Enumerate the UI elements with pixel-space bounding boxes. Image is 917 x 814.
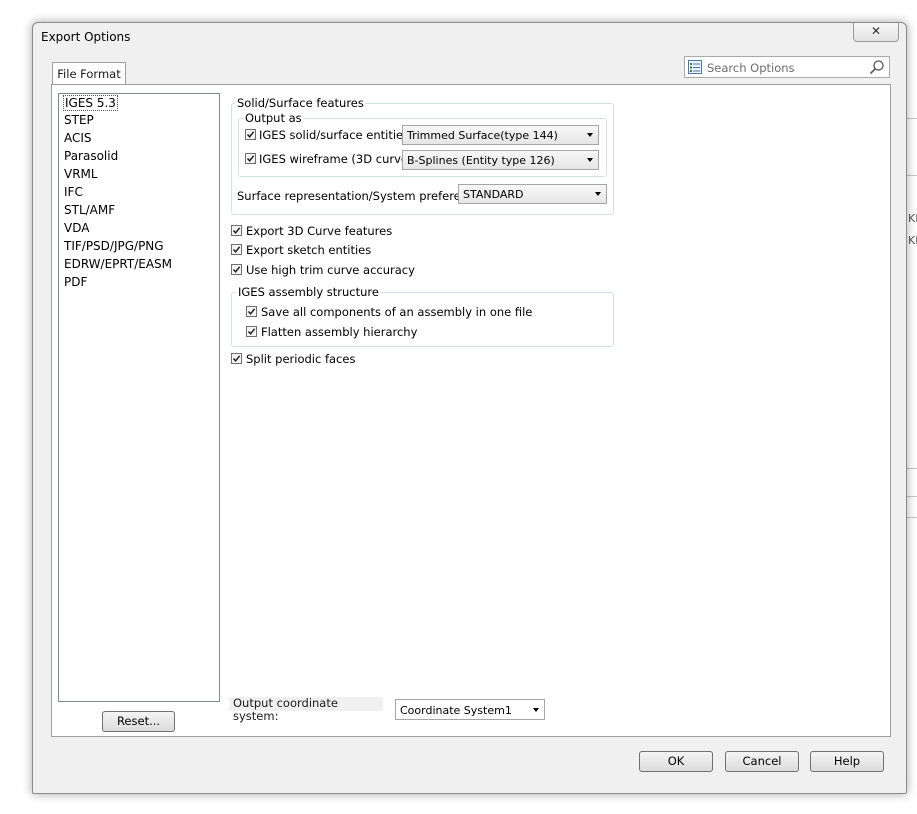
check-icon [247, 328, 256, 335]
export-sketch-checkbox[interactable] [231, 244, 242, 255]
close-icon: ✕ [870, 24, 882, 38]
check-icon [246, 131, 255, 138]
iges-wireframe-checkbox[interactable] [245, 153, 256, 164]
iges-solid-label: IGES solid/surface entities: [259, 128, 413, 142]
save-all-components-label: Save all components of an assembly in on… [261, 305, 533, 319]
output-as-label: Output as [243, 111, 304, 125]
chevron-down-icon [595, 192, 601, 196]
options-list-icon [688, 60, 702, 74]
export-3d-curve-checkbox[interactable] [231, 225, 242, 236]
list-item[interactable]: IFC [63, 185, 84, 199]
check-icon [232, 266, 241, 273]
coordinate-system-select[interactable]: Coordinate System1 [395, 699, 545, 720]
chevron-down-icon [533, 708, 539, 712]
background-divider [906, 175, 917, 176]
assembly-structure-label: IGES assembly structure [236, 285, 381, 299]
background-text: KI [908, 234, 917, 247]
split-periodic-label: Split periodic faces [246, 352, 356, 366]
export-3d-curve-label: Export 3D Curve features [246, 224, 393, 238]
help-button[interactable]: Help [810, 751, 884, 772]
list-item[interactable]: ACIS [63, 131, 93, 145]
list-item[interactable]: TIF/PSD/JPG/PNG [63, 239, 165, 253]
background-divider [906, 496, 917, 497]
surface-rep-value: STANDARD [463, 188, 524, 201]
coordinate-system-value: Coordinate System1 [400, 704, 512, 717]
tab-file-format[interactable]: File Format [52, 62, 126, 85]
list-item[interactable]: VDA [63, 221, 90, 235]
iges-solid-checkbox[interactable] [245, 129, 256, 140]
check-icon [246, 155, 255, 162]
high-trim-label: Use high trim curve accuracy [246, 263, 415, 277]
chevron-down-icon [587, 158, 593, 162]
list-item[interactable]: STL/AMF [63, 203, 116, 217]
iges-wireframe-label: IGES wireframe (3D curves): [259, 152, 423, 166]
list-item[interactable]: Parasolid [63, 149, 119, 163]
search-icon[interactable] [869, 59, 885, 75]
export-options-dialog: Export Options ✕ Search Options File For… [32, 22, 907, 794]
list-item[interactable]: IGES 5.3 [63, 95, 118, 111]
background-divider [906, 468, 917, 469]
iges-solid-select[interactable]: Trimmed Surface(type 144) [402, 125, 599, 145]
format-list[interactable]: IGES 5.3 STEP ACIS Parasolid VRML IFC ST… [58, 93, 220, 702]
background-divider [906, 118, 917, 119]
chevron-down-icon [587, 133, 593, 137]
file-format-panel: IGES 5.3 STEP ACIS Parasolid VRML IFC ST… [51, 84, 891, 737]
flatten-hierarchy-label: Flatten assembly hierarchy [261, 325, 418, 339]
list-item[interactable]: PDF [63, 275, 88, 289]
iges-wireframe-select[interactable]: B-Splines (Entity type 126) [402, 150, 599, 170]
surface-rep-label: Surface representation/System preference… [237, 189, 486, 203]
iges-solid-value: Trimmed Surface(type 144) [407, 129, 558, 142]
cancel-button[interactable]: Cancel [725, 751, 799, 772]
iges-wireframe-value: B-Splines (Entity type 126) [407, 154, 555, 167]
check-icon [247, 308, 256, 315]
high-trim-checkbox[interactable] [231, 264, 242, 275]
list-item[interactable]: VRML [63, 167, 99, 181]
split-periodic-checkbox[interactable] [231, 353, 242, 364]
surface-rep-select[interactable]: STANDARD [458, 184, 607, 204]
check-icon [232, 227, 241, 234]
search-options-input[interactable]: Search Options [684, 56, 890, 78]
solid-surface-group-label: Solid/Surface features [235, 96, 366, 110]
check-icon [232, 246, 241, 253]
close-button[interactable]: ✕ [853, 23, 899, 42]
flatten-hierarchy-checkbox[interactable] [246, 326, 257, 337]
reset-button[interactable]: Reset... [102, 711, 175, 732]
save-all-components-checkbox[interactable] [246, 306, 257, 317]
search-placeholder: Search Options [707, 61, 795, 75]
ok-button[interactable]: OK [639, 751, 713, 772]
export-sketch-label: Export sketch entities [246, 243, 372, 257]
dialog-title: Export Options [41, 30, 131, 44]
background-text: KI [908, 212, 917, 225]
coordinate-system-label: Output coordinate system: [229, 697, 383, 723]
title-bar[interactable]: Export Options ✕ [33, 23, 906, 51]
list-item[interactable]: STEP [63, 113, 95, 127]
background-divider [906, 517, 917, 518]
check-icon [232, 355, 241, 362]
list-item[interactable]: EDRW/EPRT/EASM [63, 257, 173, 271]
